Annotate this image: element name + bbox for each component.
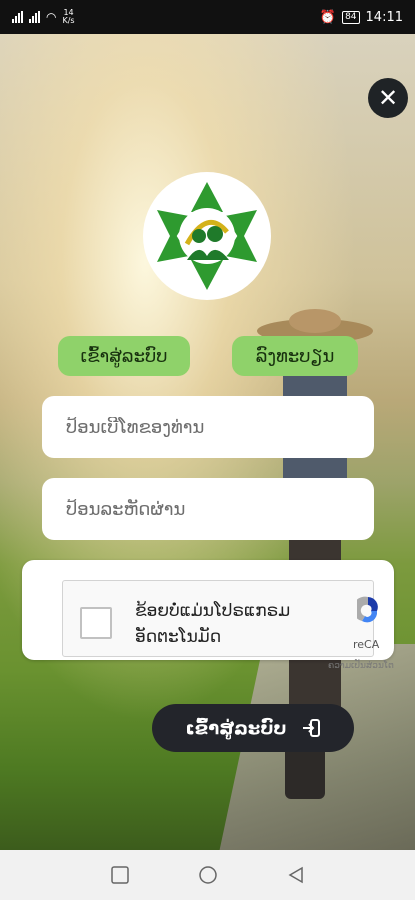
wifi-icon: ◠ [46,10,57,24]
recaptcha-brand: reCA [353,638,380,651]
captcha-checkbox[interactable] [80,607,112,639]
login-submit-button[interactable]: ເຂົ້າສູ່ລະບົບ [152,704,354,752]
nav-recent-button[interactable] [109,864,131,886]
phone-input[interactable] [64,415,352,439]
battery-indicator: 84 [342,10,360,24]
recaptcha-icon [357,596,378,623]
login-screen: ✕ ເຂົ້າສູ່ລະບົບ ລົງທະບຽນ ຂ້ອຍບໍ່ແມ່ນໂປຣແ… [0,34,415,850]
recaptcha-widget: ຂ້ອຍບໍ່ແມ່ນໂປຣແກຣມອັດຕະໂນມັດ reCA ຄວາມເປ… [62,580,394,671]
password-input[interactable] [64,497,352,521]
nav-square-icon [110,866,129,884]
enter-icon [302,719,320,737]
close-icon: ✕ [377,84,399,112]
data-speed: 14 K/s [62,8,75,25]
alarm-icon: ⏰ [319,9,337,25]
system-nav-bar [0,850,415,900]
captcha-panel: ຂ້ອຍບໍ່ແມ່ນໂປຣແກຣມອັດຕະໂນມັດ reCA ຄວາມເປ… [22,560,394,671]
status-right: ⏰ 84 14:11 [320,10,403,25]
phone-field[interactable] [42,396,374,458]
tab-register[interactable]: ລົງທະບຽນ [232,336,358,376]
signal-icon [12,11,23,23]
status-left: ◠ 14 K/s [12,9,75,25]
nav-home-button[interactable] [197,864,219,886]
status-bar: ◠ 14 K/s ⏰ 84 14:11 [0,0,415,34]
clock: 14:11 [365,9,403,25]
nav-circle-icon [198,866,217,884]
nav-back-icon [288,866,303,884]
signal-icon-2 [29,11,40,23]
submit-label: ເຂົ້າສູ່ລະບົບ [185,717,287,739]
nav-back-button[interactable] [285,864,307,886]
app-logo [143,172,271,300]
tab-login[interactable]: ເຂົ້າສູ່ລະບົບ [58,336,190,376]
captcha-label: ຂ້ອຍບໍ່ແມ່ນໂປຣແກຣມອັດຕະໂນມັດ [135,601,291,647]
privacy-link[interactable]: ຄວາມເປັນສ່ວນໂຕ [328,661,394,671]
password-field[interactable] [42,478,374,540]
close-button[interactable]: ✕ [368,78,408,118]
